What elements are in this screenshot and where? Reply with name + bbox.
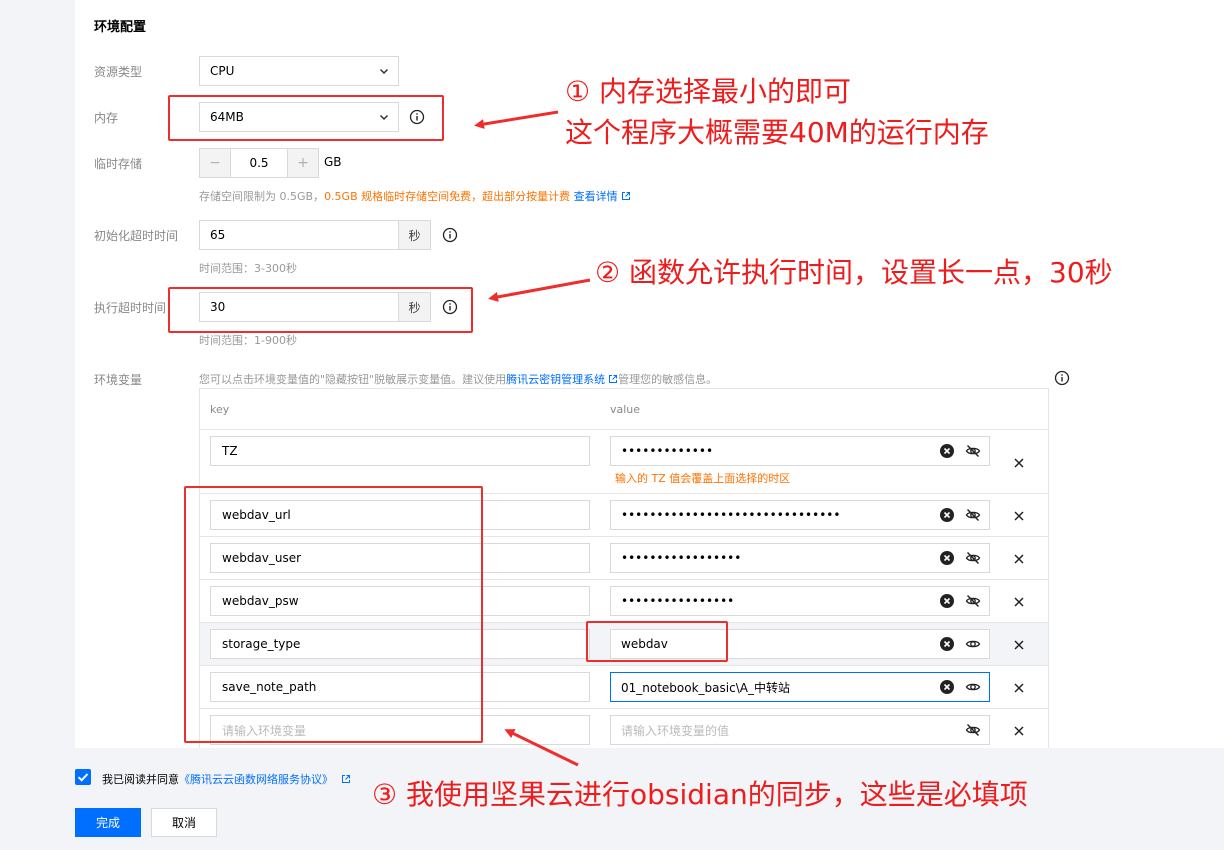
agree-prefix: 我已阅读并同意 — [102, 773, 179, 786]
exec-timeout-label: 执行超时时间 — [94, 301, 167, 315]
clear-icon[interactable] — [939, 593, 955, 609]
section-title: 环境配置 — [94, 20, 147, 35]
annotation-1-line1: ① 内存选择最小的即可 — [565, 75, 852, 108]
eye-icon[interactable] — [965, 636, 981, 652]
close-icon[interactable] — [1013, 553, 1025, 565]
eye-off-icon[interactable] — [965, 550, 981, 566]
eye-icon[interactable] — [965, 679, 981, 695]
exec-timeout-hint: 时间范围：1-900秒 — [199, 334, 297, 347]
agree-text: 我已阅读并同意《腾讯云云函数网络服务协议》 — [102, 771, 351, 787]
close-icon[interactable] — [1013, 510, 1025, 522]
done-button[interactable]: 完成 — [75, 808, 141, 837]
env-description: 您可以点击环境变量值的"隐藏按钮"脱敏展示变量值。建议使用腾讯云密钥管理系统 管理… — [199, 371, 717, 387]
decrement-button[interactable]: − — [200, 149, 230, 177]
chevron-down-icon — [379, 68, 389, 75]
cancel-button[interactable]: 取消 — [151, 808, 217, 837]
resource-type-value: CPU — [210, 64, 235, 78]
increment-button[interactable]: + — [288, 149, 318, 177]
agree-checkbox[interactable] — [75, 769, 91, 785]
init-timeout-hint: 时间范围：3-300秒 — [199, 262, 297, 275]
temp-storage-stepper[interactable]: − 0.5 + — [199, 148, 319, 178]
annotation-1-line2: 这个程序大概需要40M的运行内存 — [565, 116, 989, 149]
close-icon[interactable] — [1013, 639, 1025, 651]
agreement-link[interactable]: 《腾讯云云函数网络服务协议》 — [179, 773, 333, 786]
temp-storage-hint-free: 0.5GB 规格临时存储空间免费，超出部分按量计费 — [324, 190, 571, 203]
temp-storage-value[interactable]: 0.5 — [230, 149, 288, 177]
external-link-icon — [621, 192, 630, 200]
resource-type-select[interactable]: CPU — [199, 56, 399, 86]
env-value-text: ••••••••••••• — [621, 444, 714, 458]
external-link-icon — [342, 775, 350, 783]
env-value-input[interactable]: ••••••••••••• — [610, 436, 990, 466]
eye-off-icon[interactable] — [965, 507, 981, 523]
tz-warning: 输入的 TZ 值会覆盖上面选择的时区 — [615, 472, 791, 485]
annotation-box-env-keys — [184, 486, 483, 743]
resource-type-label: 资源类型 — [94, 65, 143, 79]
env-desc-suffix: 管理您的敏感信息。 — [618, 373, 718, 386]
env-value-input[interactable]: 01_notebook_basic\A_中转站 — [610, 672, 990, 702]
env-value-text: ••••••••••••••••• — [621, 551, 742, 565]
column-key: key — [210, 403, 230, 416]
init-timeout-value[interactable]: 65 — [200, 221, 398, 249]
env-label: 环境变量 — [94, 373, 143, 387]
clear-icon[interactable] — [939, 443, 955, 459]
env-key-input[interactable]: TZ — [210, 436, 590, 466]
annotation-2: ② 函数允许执行时间，设置长一点，30秒 — [595, 256, 1113, 289]
temp-storage-label: 临时存储 — [94, 157, 143, 171]
table-row: TZ ••••••••••••• 输入的 TZ 值会覆盖上面选择的时区 — [200, 430, 1048, 494]
external-link-icon — [609, 375, 618, 383]
clear-icon[interactable] — [939, 636, 955, 652]
env-value-input[interactable]: ••••••••••••••••••••••••••••••• — [610, 500, 990, 530]
env-value-input[interactable]: •••••••••••••••• — [610, 586, 990, 616]
new-env-value-input[interactable]: 请输入环境变量的值 — [610, 715, 990, 745]
annotation-box-storage-type — [586, 621, 728, 662]
view-details-link[interactable]: 查看详情 — [574, 190, 618, 203]
env-desc-prefix: 您可以点击环境变量值的"隐藏按钮"脱敏展示变量值。建议使用 — [199, 373, 507, 386]
env-value-text: •••••••••••••••• — [621, 594, 735, 608]
env-value-input[interactable]: ••••••••••••••••• — [610, 543, 990, 573]
annotation-box-exec-timeout — [168, 287, 473, 333]
eye-off-icon[interactable] — [965, 722, 981, 738]
temp-storage-hint-prefix: 存储空间限制为 0.5GB， — [199, 190, 325, 203]
annotation-3: ③ 我使用坚果云进行obsidian的同步，这些是必填项 — [372, 778, 1028, 811]
env-value-text: ••••••••••••••••••••••••••••••• — [621, 508, 841, 522]
temp-storage-unit: GB — [324, 155, 342, 169]
init-timeout-input[interactable]: 65 秒 — [199, 220, 431, 250]
init-timeout-label: 初始化超时时间 — [94, 229, 179, 243]
column-value: value — [610, 403, 641, 416]
env-value-text: 01_notebook_basic\A_中转站 — [621, 680, 790, 695]
clear-icon[interactable] — [939, 550, 955, 566]
close-icon[interactable] — [1013, 682, 1025, 694]
temp-storage-hint: 存储空间限制为 0.5GB，0.5GB 规格临时存储空间免费，超出部分按量计费 … — [199, 188, 631, 204]
close-icon[interactable] — [1013, 725, 1025, 737]
clear-icon[interactable] — [939, 679, 955, 695]
close-icon[interactable] — [1013, 596, 1025, 608]
eye-off-icon[interactable] — [965, 443, 981, 459]
close-icon[interactable] — [1013, 457, 1025, 469]
kms-link[interactable]: 腾讯云密钥管理系统 — [506, 373, 605, 386]
info-icon[interactable] — [442, 227, 458, 243]
info-icon[interactable] — [1054, 370, 1070, 386]
checkmark-icon — [77, 773, 89, 782]
eye-off-icon[interactable] — [965, 593, 981, 609]
new-env-value-placeholder: 请输入环境变量的值 — [621, 723, 730, 738]
annotation-box-memory — [168, 95, 444, 141]
memory-label: 内存 — [94, 111, 119, 125]
clear-icon[interactable] — [939, 507, 955, 523]
env-table-header: key value — [200, 389, 1048, 430]
init-timeout-unit: 秒 — [398, 221, 430, 249]
